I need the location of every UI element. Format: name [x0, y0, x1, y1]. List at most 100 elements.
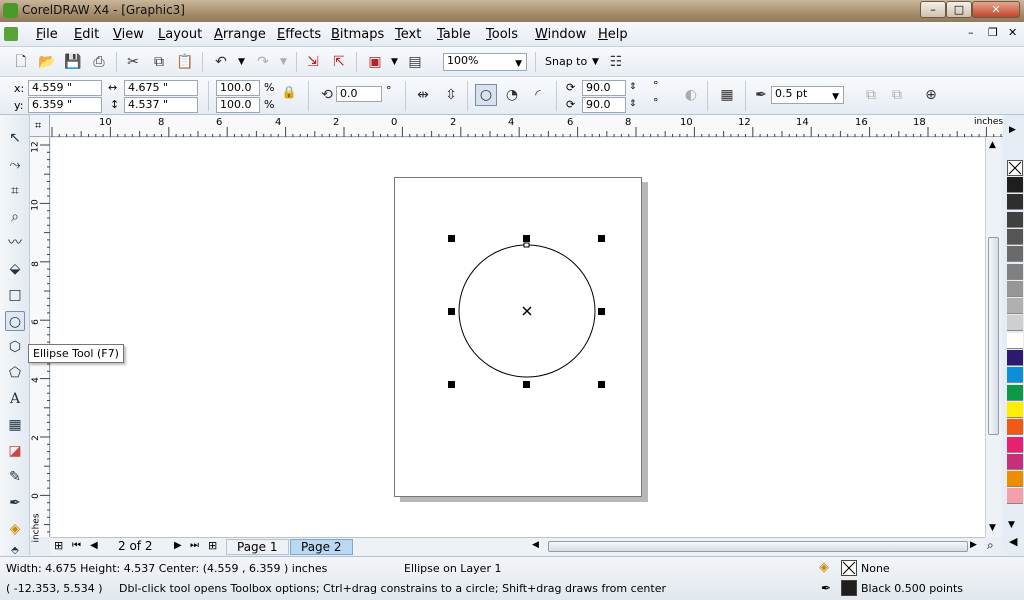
selection-handle-top-left[interactable] [448, 235, 455, 242]
open-folder-icon[interactable]: 📂 [38, 53, 56, 71]
end-angle-spin-icon[interactable]: ⇕ [629, 99, 637, 109]
export-icon[interactable]: ⇱ [330, 53, 348, 71]
ruler-origin[interactable]: ⌗ [30, 115, 50, 137]
welcome-screen-icon[interactable]: ▤ [406, 53, 424, 71]
app-icon[interactable] [3, 3, 18, 18]
zoom-level-combo[interactable]: 100% ▼ [443, 53, 527, 71]
palette-swatch[interactable] [1007, 332, 1023, 349]
undo-dropdown-icon[interactable]: ▼ [238, 57, 245, 67]
start-angle-spin-icon[interactable]: ⇕ [629, 82, 637, 92]
lock-ratio-icon[interactable]: 🔒 [280, 83, 298, 101]
doc-minimize-button[interactable]: – [968, 26, 974, 39]
doc-restore-button[interactable]: ❐ [988, 26, 998, 39]
smart-fill-tool-icon[interactable]: ⬙ [5, 259, 25, 279]
outline-width-combo[interactable]: 0.5 pt ▼ [771, 86, 844, 104]
no-fill-icon[interactable] [841, 560, 857, 576]
print-icon[interactable]: ⎙ [90, 53, 108, 71]
palette-swatch[interactable] [1007, 263, 1023, 280]
palette-swatch[interactable] [1007, 194, 1023, 211]
save-icon[interactable]: 💾 [64, 53, 82, 71]
maximize-button[interactable]: □ [946, 1, 972, 18]
cut-icon[interactable]: ✂ [124, 53, 142, 71]
application-launcher-icon[interactable]: ▣ [366, 53, 384, 71]
snap-to-label[interactable]: Snap to [545, 55, 587, 68]
prev-page-icon[interactable]: ◀ [90, 540, 98, 551]
menu-text[interactable]: Text [395, 27, 421, 42]
interactive-blend-tool-icon[interactable]: ◪ [5, 441, 25, 461]
end-angle-field[interactable]: 90.0 [582, 97, 626, 113]
scroll-up-icon[interactable]: ▲ [989, 140, 996, 150]
menu-view[interactable]: View [113, 27, 144, 42]
convert-to-curves-icon[interactable]: ⊕ [922, 86, 940, 104]
menu-layout[interactable]: Layout [158, 27, 202, 42]
palette-swatch[interactable] [1007, 228, 1023, 245]
palette-swatch[interactable] [1007, 488, 1023, 505]
zoom-dropdown-icon[interactable]: ▼ [515, 57, 522, 71]
add-page-before-icon[interactable]: ⊞ [54, 539, 63, 552]
scroll-down-icon[interactable]: ▼ [989, 523, 996, 533]
selected-ellipse[interactable] [440, 230, 616, 396]
paste-icon[interactable]: 📋 [176, 53, 194, 71]
undo-icon[interactable]: ↶ [212, 53, 230, 71]
menu-effects[interactable]: Effects [277, 27, 321, 42]
vertical-ruler[interactable]: 12 10 8 6 4 2 0 inches [30, 137, 50, 543]
page-tab-2[interactable]: Page 2 [290, 539, 353, 555]
palette-swatch[interactable] [1007, 177, 1023, 193]
table-tool-icon[interactable]: ▦ [5, 415, 25, 435]
rotation-field[interactable]: 0.0 [336, 86, 382, 102]
new-document-icon[interactable]: 🗋 [12, 53, 30, 71]
launcher-dropdown-icon[interactable]: ▼ [391, 57, 398, 67]
selection-handle-bottom-left[interactable] [448, 381, 455, 388]
navigator-icon[interactable]: ⌕ [987, 538, 994, 553]
outline-width-dropdown-icon[interactable]: ▼ [832, 90, 839, 104]
text-tool-icon[interactable]: A [5, 389, 25, 409]
page-tab-1[interactable]: Page 1 [226, 539, 289, 555]
last-page-icon[interactable]: ⏭ [190, 540, 199, 551]
palette-swatch[interactable] [1007, 436, 1023, 453]
menu-file[interactable]: File [36, 27, 58, 42]
scale-x-field[interactable]: 100.0 [216, 80, 260, 96]
palette-flyout-icon[interactable]: ◀ [1009, 535, 1017, 548]
mirror-horizontal-icon[interactable]: ⇹ [414, 86, 432, 104]
palette-swatch[interactable] [1007, 298, 1023, 315]
pick-tool-icon[interactable]: ↖ [5, 128, 25, 148]
selection-handle-bottom-center[interactable] [523, 381, 530, 388]
wrap-text-icon[interactable]: ▦ [718, 86, 736, 104]
redo-dropdown-icon[interactable]: ▼ [280, 57, 287, 67]
zoom-tool-icon[interactable]: ⌕ [5, 207, 25, 227]
horizontal-scroll-thumb[interactable] [548, 541, 968, 552]
palette-swatch[interactable] [1007, 401, 1023, 418]
to-front-icon[interactable]: ⧉ [862, 86, 880, 104]
rectangle-tool-icon[interactable]: □ [5, 285, 25, 305]
next-page-icon[interactable]: ▶ [174, 540, 182, 551]
direction-icon[interactable]: ◐ [682, 86, 700, 104]
crop-tool-icon[interactable]: ⌗ [5, 181, 25, 201]
horizontal-ruler[interactable]: 10 8 6 4 2 0 2 4 6 8 10 12 14 16 18 inch… [50, 115, 1005, 137]
palette-scroll-up-icon[interactable]: ▶ [1009, 125, 1016, 135]
copy-icon[interactable]: ⧉ [150, 53, 168, 71]
mirror-vertical-icon[interactable]: ⇳ [442, 86, 460, 104]
palette-swatch[interactable] [1007, 211, 1023, 228]
scroll-right-icon[interactable]: ▶ [970, 540, 977, 550]
palette-swatch[interactable] [1007, 453, 1023, 470]
y-position-field[interactable]: 6.359 " [28, 97, 102, 113]
close-button[interactable]: ✕ [972, 1, 1020, 18]
palette-swatch[interactable] [1007, 246, 1023, 263]
doc-icon[interactable] [4, 27, 18, 41]
pie-mode-icon[interactable]: ◔ [503, 86, 521, 104]
black-outline-icon[interactable] [841, 580, 857, 596]
palette-swatch[interactable] [1007, 350, 1023, 366]
menu-tools[interactable]: Tools [486, 27, 518, 42]
selection-handle-top-right[interactable] [598, 235, 605, 242]
freehand-tool-icon[interactable]: 〰 [5, 233, 25, 253]
scroll-left-icon[interactable]: ◀ [532, 540, 539, 550]
palette-swatch[interactable] [1007, 315, 1023, 332]
menu-arrange[interactable]: Arrange [214, 27, 266, 42]
polygon-tool-icon[interactable]: ⬡ [5, 337, 25, 357]
selection-handle-middle-left[interactable] [448, 308, 455, 315]
add-page-after-icon[interactable]: ⊞ [208, 539, 217, 552]
selection-handle-top-center[interactable] [523, 235, 530, 242]
palette-swatch[interactable] [1007, 280, 1023, 297]
menu-window[interactable]: Window [535, 27, 586, 42]
eyedropper-tool-icon[interactable]: ✎ [5, 467, 25, 487]
